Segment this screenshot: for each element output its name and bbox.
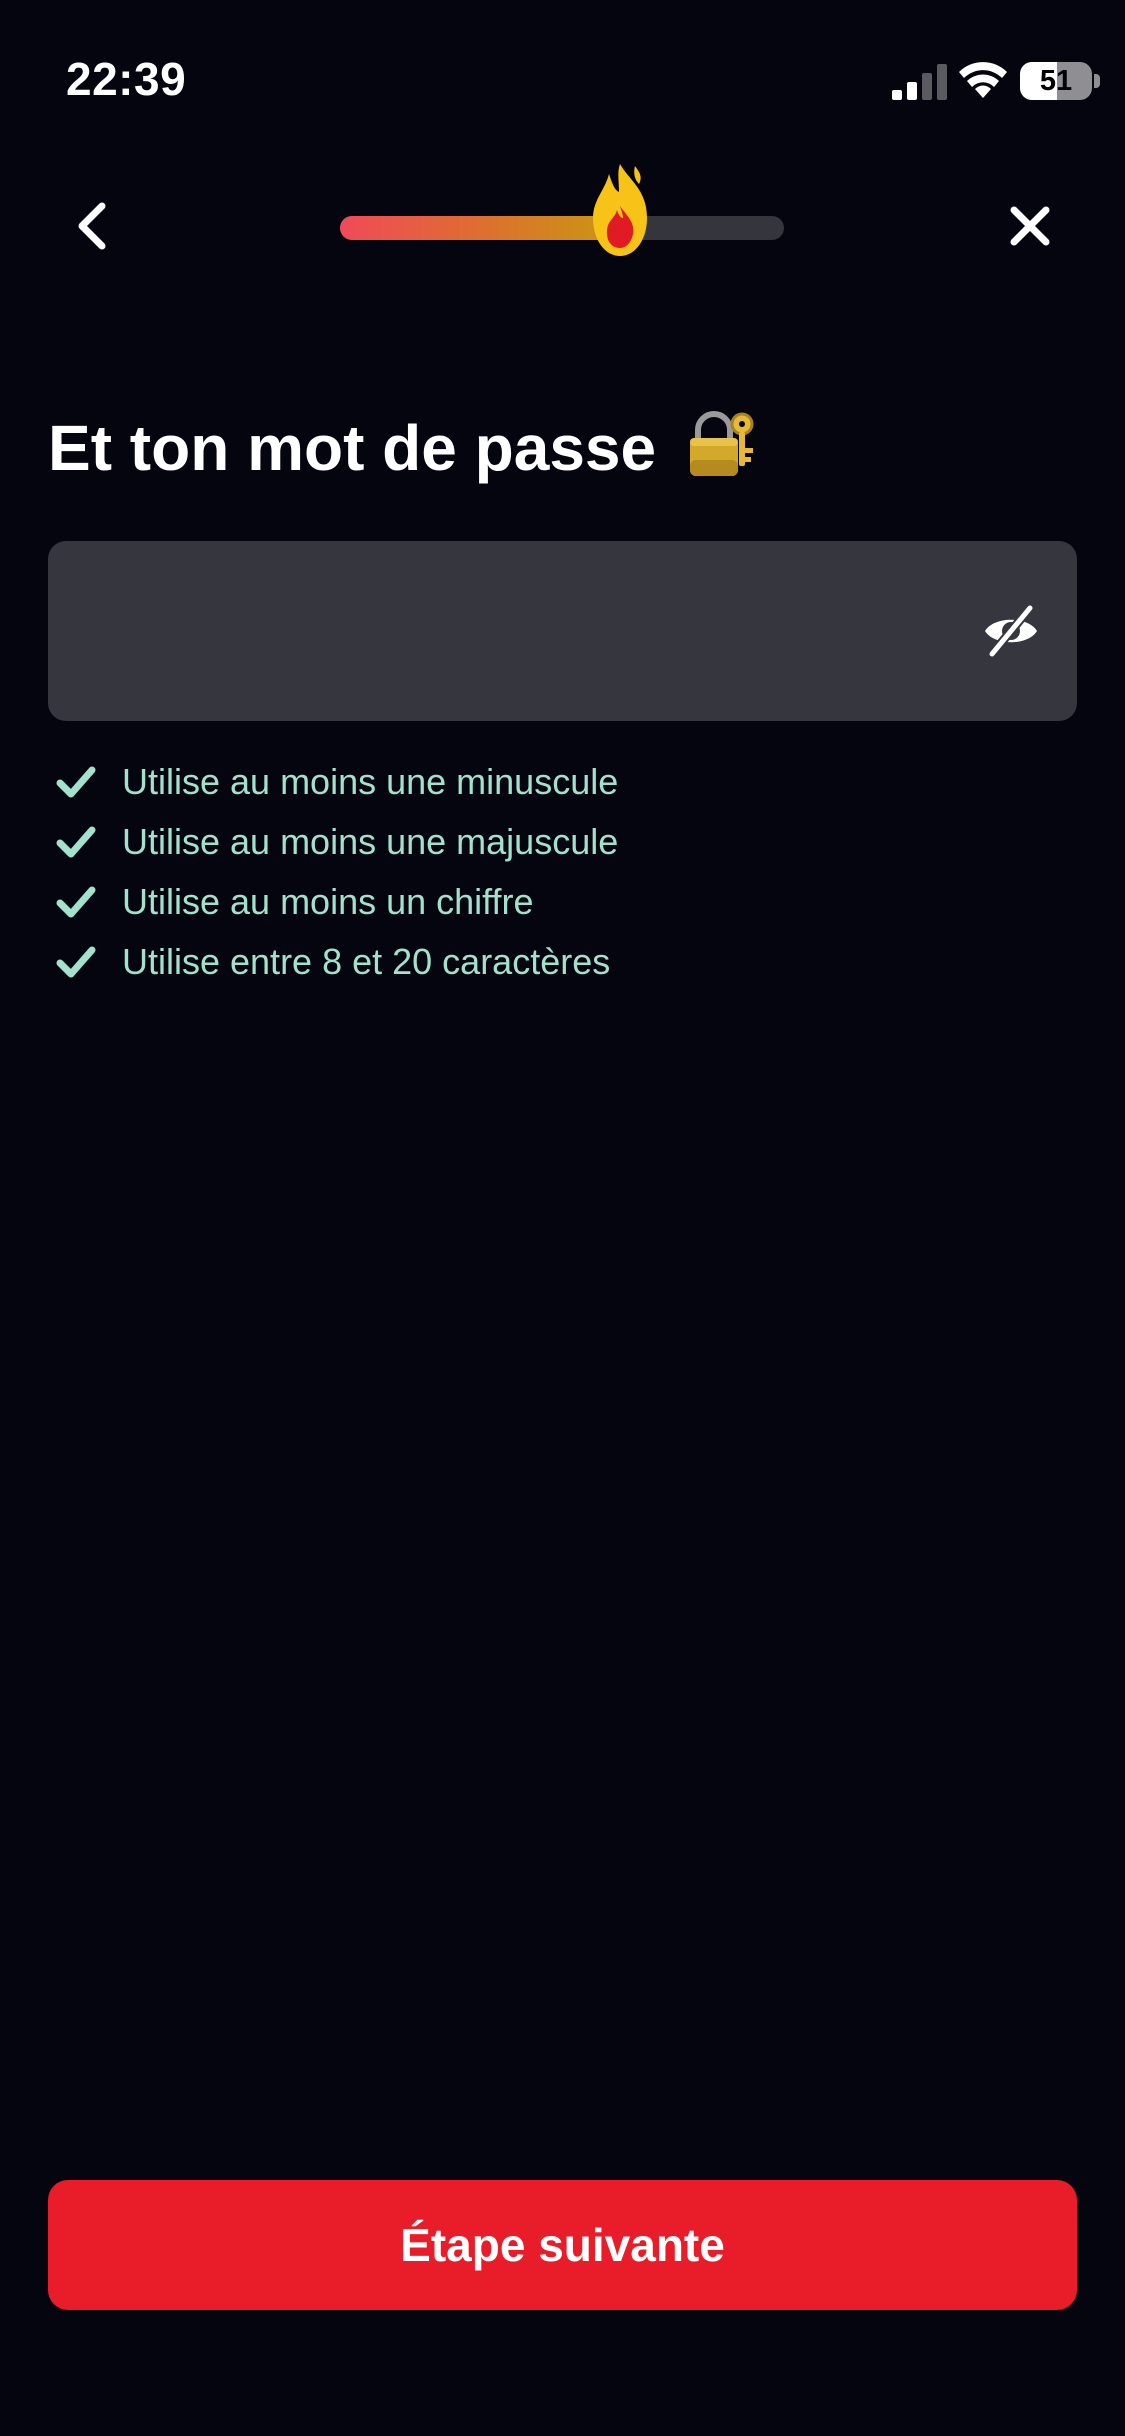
- status-time: 22:39: [66, 53, 187, 105]
- password-visibility-toggle[interactable]: [982, 602, 1040, 660]
- password-requirement: Utilise au moins un chiffre: [56, 872, 618, 932]
- eye-off-icon: [985, 603, 1037, 659]
- battery-icon: 51: [1020, 62, 1092, 100]
- checkmark-icon: [56, 826, 96, 858]
- wifi-icon: [959, 62, 1007, 98]
- signal-bar: [907, 82, 917, 100]
- close-button[interactable]: [994, 190, 1066, 262]
- close-icon: [1010, 206, 1050, 246]
- cellular-signal-icon: [892, 64, 947, 100]
- checkmark-icon: [56, 886, 96, 918]
- progress-fill: [340, 216, 620, 240]
- signal-bar: [892, 90, 902, 100]
- back-button[interactable]: [60, 190, 132, 262]
- password-requirement: Utilise au moins une minuscule: [56, 752, 618, 812]
- password-requirement-label: Utilise au moins un chiffre: [122, 881, 534, 922]
- password-requirement-label: Utilise entre 8 et 20 caractères: [122, 941, 611, 982]
- password-field: [48, 541, 1077, 723]
- locked-with-key-icon: [690, 411, 754, 476]
- password-requirement-label: Utilise au moins une majuscule: [122, 821, 619, 862]
- password-input[interactable]: [88, 541, 972, 723]
- battery-tip: [1094, 74, 1100, 88]
- signal-bar: [922, 73, 932, 100]
- page-title-text: Et ton mot de passe: [48, 412, 657, 484]
- password-requirement: Utilise au moins une majuscule: [56, 812, 618, 872]
- checkmark-icon: [56, 946, 96, 978]
- onboarding-progress-bar: [340, 164, 784, 256]
- flame-icon: [592, 164, 647, 256]
- signal-bar: [937, 64, 947, 100]
- status-bar: 22:39 51: [0, 0, 1125, 150]
- next-step-button[interactable]: Étape suivante: [48, 2180, 1077, 2310]
- password-requirements-list: Utilise au moins une minuscule Utilise a…: [56, 752, 618, 992]
- page-title: Et ton mot de passe: [48, 408, 758, 485]
- password-requirement-label: Utilise au moins une minuscule: [122, 761, 619, 802]
- password-requirement: Utilise entre 8 et 20 caractères: [56, 932, 618, 992]
- chevron-left-icon: [78, 202, 106, 250]
- checkmark-icon: [56, 766, 96, 798]
- battery-percentage: 51: [1039, 65, 1073, 97]
